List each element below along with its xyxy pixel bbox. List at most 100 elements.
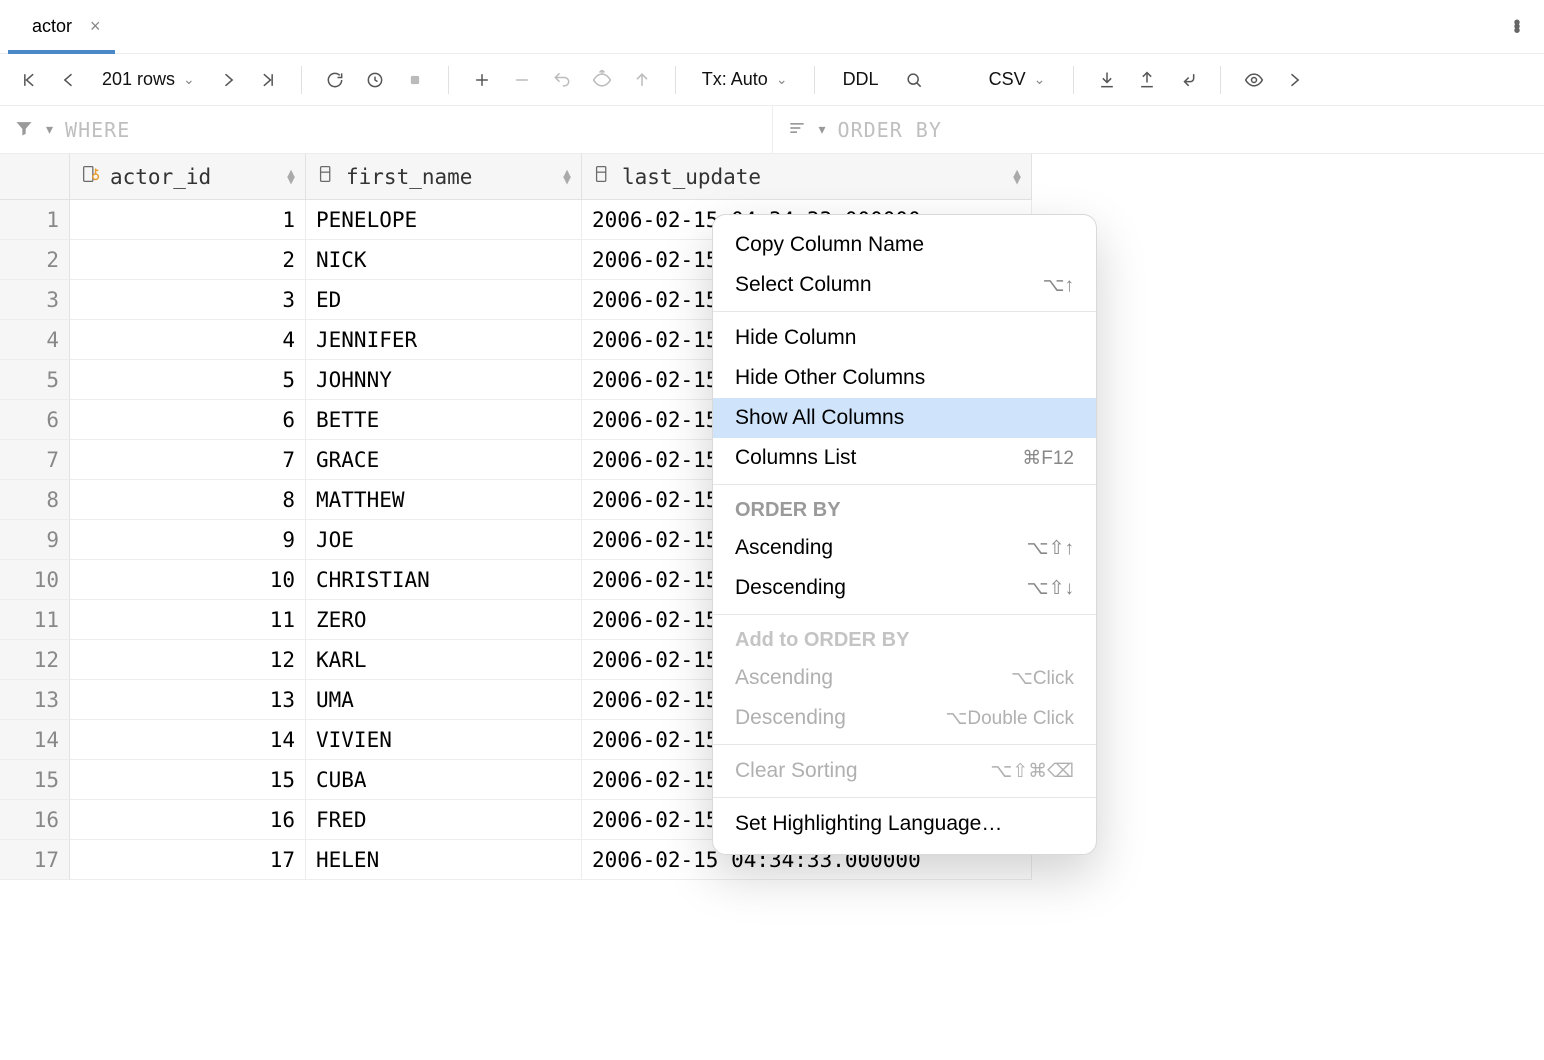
export-format-dropdown[interactable]: CSV ⌄ [979,69,1056,90]
row-number[interactable]: 5 [0,360,70,400]
row-number[interactable]: 4 [0,320,70,360]
cell-actor-id[interactable]: 10 [70,560,306,600]
row-number[interactable]: 13 [0,680,70,720]
cell-first-name[interactable]: CHRISTIAN [306,560,582,600]
menu-item[interactable]: Copy Column Name [713,225,1096,265]
cell-actor-id[interactable]: 15 [70,760,306,800]
cell-first-name[interactable]: BETTE [306,400,582,440]
cell-actor-id[interactable]: 8 [70,480,306,520]
revert-button[interactable] [547,65,577,95]
row-number[interactable]: 9 [0,520,70,560]
menu-item-label: Copy Column Name [735,233,924,257]
cell-actor-id[interactable]: 1 [70,200,306,240]
last-page-button[interactable] [253,65,283,95]
cell-first-name[interactable]: MATTHEW [306,480,582,520]
menu-item-label: Ascending [735,666,833,690]
row-number[interactable]: 3 [0,280,70,320]
prev-page-button[interactable] [54,65,84,95]
tx-mode-dropdown[interactable]: Tx: Auto ⌄ [694,69,796,90]
cell-actor-id[interactable]: 7 [70,440,306,480]
cell-actor-id[interactable]: 9 [70,520,306,560]
more-button[interactable] [1279,65,1309,95]
cell-actor-id[interactable]: 17 [70,840,306,880]
rownum-header[interactable] [0,154,70,200]
cell-first-name[interactable]: GRACE [306,440,582,480]
remove-row-button[interactable] [507,65,537,95]
cell-first-name[interactable]: VIVIEN [306,720,582,760]
add-row-button[interactable] [467,65,497,95]
cell-first-name[interactable]: ZERO [306,600,582,640]
export-button[interactable] [1092,65,1122,95]
stop-button[interactable] [400,65,430,95]
cell-actor-id[interactable]: 3 [70,280,306,320]
row-number[interactable]: 15 [0,760,70,800]
history-button[interactable] [360,65,390,95]
cell-first-name[interactable]: KARL [306,640,582,680]
row-number[interactable]: 7 [0,440,70,480]
cell-actor-id[interactable]: 5 [70,360,306,400]
chevron-down-icon: ▾ [819,121,826,138]
cell-first-name[interactable]: UMA [306,680,582,720]
menu-item[interactable]: Select Column⌥↑ [713,265,1096,305]
submit-button[interactable] [627,65,657,95]
reload-button[interactable] [320,65,350,95]
cell-first-name[interactable]: CUBA [306,760,582,800]
menu-item-label: Set Highlighting Language… [735,812,1002,836]
cell-first-name[interactable]: HELEN [306,840,582,880]
tab-options-button[interactable]: ••• [1496,21,1536,33]
view-mode-button[interactable] [1239,65,1269,95]
row-number[interactable]: 11 [0,600,70,640]
cell-first-name[interactable]: JOE [306,520,582,560]
menu-item-label: Hide Other Columns [735,366,925,390]
cell-first-name[interactable]: FRED [306,800,582,840]
cell-first-name[interactable]: NICK [306,240,582,280]
menu-item: Descending⌥Double Click [713,698,1096,738]
cell-first-name[interactable]: ED [306,280,582,320]
cell-actor-id[interactable]: 6 [70,400,306,440]
cell-first-name[interactable]: JOHNNY [306,360,582,400]
cell-actor-id[interactable]: 14 [70,720,306,760]
menu-item[interactable]: Hide Column [713,318,1096,358]
menu-item[interactable]: Hide Other Columns [713,358,1096,398]
column-header-first-name[interactable]: first_name ▲▼ [306,154,582,200]
menu-item[interactable]: Columns List⌘F12 [713,438,1096,478]
row-number[interactable]: 14 [0,720,70,760]
cell-actor-id[interactable]: 12 [70,640,306,680]
preview-changes-button[interactable] [587,65,617,95]
row-number[interactable]: 16 [0,800,70,840]
ddl-button[interactable]: DDL [833,69,889,90]
import-button[interactable] [1132,65,1162,95]
orderby-placeholder: ORDER BY [838,118,942,142]
menu-item[interactable]: Ascending⌥⇧↑ [713,528,1096,568]
menu-item-label: Descending [735,706,846,730]
menu-item[interactable]: Set Highlighting Language… [713,804,1096,844]
keyboard-shortcut: ⌥⇧↓ [1027,577,1074,600]
cell-actor-id[interactable]: 16 [70,800,306,840]
cell-first-name[interactable]: PENELOPE [306,200,582,240]
column-header-last-update[interactable]: last_update ▲▼ [582,154,1032,200]
cell-first-name[interactable]: JENNIFER [306,320,582,360]
menu-item[interactable]: Descending⌥⇧↓ [713,568,1096,608]
row-number[interactable]: 10 [0,560,70,600]
first-page-button[interactable] [14,65,44,95]
search-button[interactable] [899,65,929,95]
where-filter[interactable]: ▾ WHERE [0,106,772,153]
copy-to-button[interactable] [1172,65,1202,95]
row-number[interactable]: 8 [0,480,70,520]
cell-actor-id[interactable]: 11 [70,600,306,640]
next-page-button[interactable] [213,65,243,95]
tab-actor[interactable]: actor × [8,0,115,53]
row-number[interactable]: 1 [0,200,70,240]
cell-actor-id[interactable]: 2 [70,240,306,280]
column-header-actor-id[interactable]: actor_id ▲▼ [70,154,306,200]
row-number[interactable]: 6 [0,400,70,440]
close-icon[interactable]: × [90,16,101,37]
row-count-dropdown[interactable]: 201 rows ⌄ [94,69,203,90]
row-number[interactable]: 12 [0,640,70,680]
cell-actor-id[interactable]: 13 [70,680,306,720]
orderby-filter[interactable]: ▾ ORDER BY [772,106,1544,153]
cell-actor-id[interactable]: 4 [70,320,306,360]
row-number[interactable]: 17 [0,840,70,880]
menu-item[interactable]: Show All Columns [713,398,1096,438]
row-number[interactable]: 2 [0,240,70,280]
